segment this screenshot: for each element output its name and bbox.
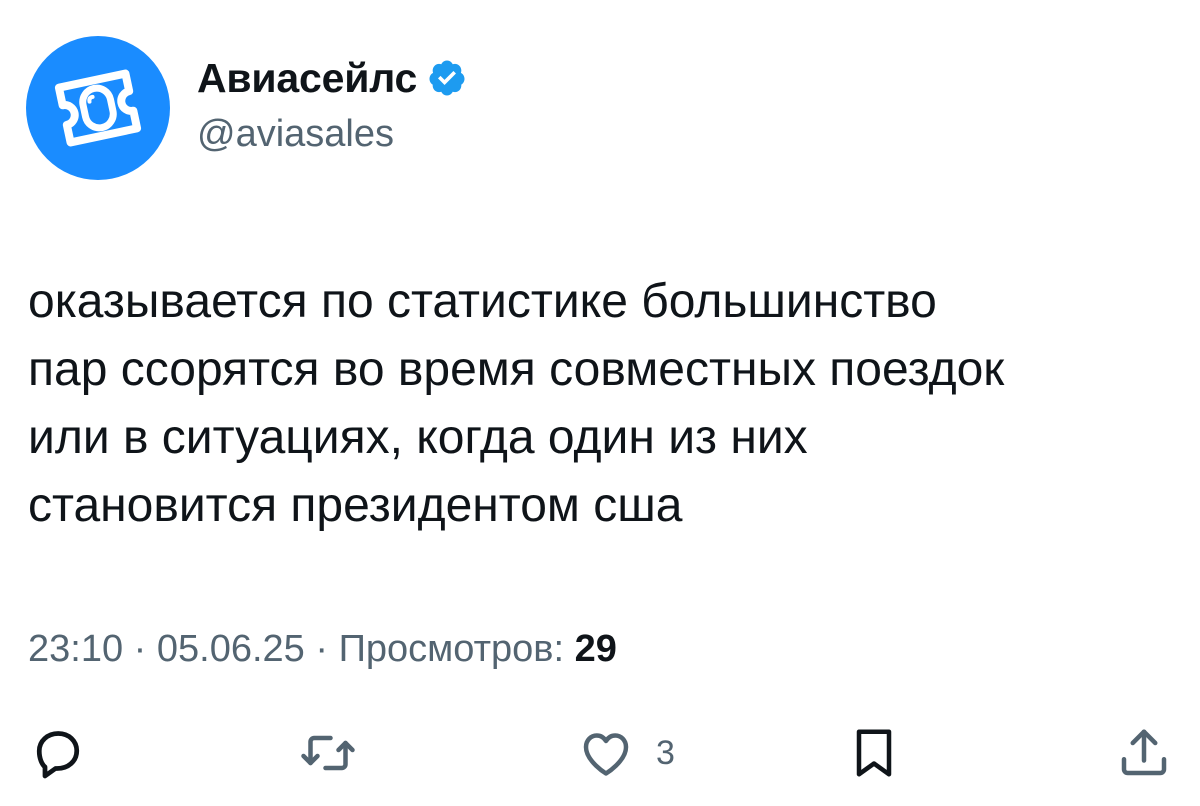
share-button[interactable]	[1114, 718, 1174, 788]
meta-separator: ·	[304, 628, 339, 670]
like-button[interactable]: 3	[576, 718, 675, 788]
tweet-text-line: становится президентом сша	[28, 479, 683, 532]
tweet-meta: 23:10 · 05.06.25 · Просмотров: 29	[28, 628, 617, 671]
bookmark-button[interactable]	[844, 718, 904, 788]
retweet-icon	[301, 735, 355, 771]
bookmark-icon	[856, 729, 892, 777]
share-icon	[1121, 729, 1167, 776]
tweet-text-line: оказывается по статистике большинство	[28, 275, 937, 328]
retweet-button[interactable]	[298, 718, 358, 788]
meta-separator: ·	[123, 628, 157, 670]
tweet-time[interactable]: 23:10	[28, 628, 123, 670]
action-bar: 3	[0, 718, 1200, 788]
avatar[interactable]	[26, 36, 170, 180]
tweet-text: оказывается по статистике большинство па…	[28, 268, 1178, 540]
author-display-name[interactable]: Авиасейлс	[197, 55, 417, 102]
verified-badge-icon[interactable]	[427, 58, 467, 98]
tweet-text-line: пар ссорятся во время совместных поездок	[28, 343, 1005, 396]
views-count: 29	[574, 628, 617, 670]
tweet-date[interactable]: 05.06.25	[157, 628, 305, 670]
aviasales-logo-icon	[54, 69, 142, 147]
heart-icon	[583, 733, 629, 776]
reply-icon	[36, 731, 80, 779]
reply-button[interactable]	[28, 718, 88, 788]
like-count: 3	[656, 733, 675, 772]
tweet-text-line: или в ситуациях, когда один из них	[28, 411, 808, 464]
author-handle[interactable]: @aviasales	[197, 113, 394, 156]
views-label: Просмотров:	[338, 628, 564, 670]
author-name-row: Авиасейлс	[197, 50, 467, 106]
